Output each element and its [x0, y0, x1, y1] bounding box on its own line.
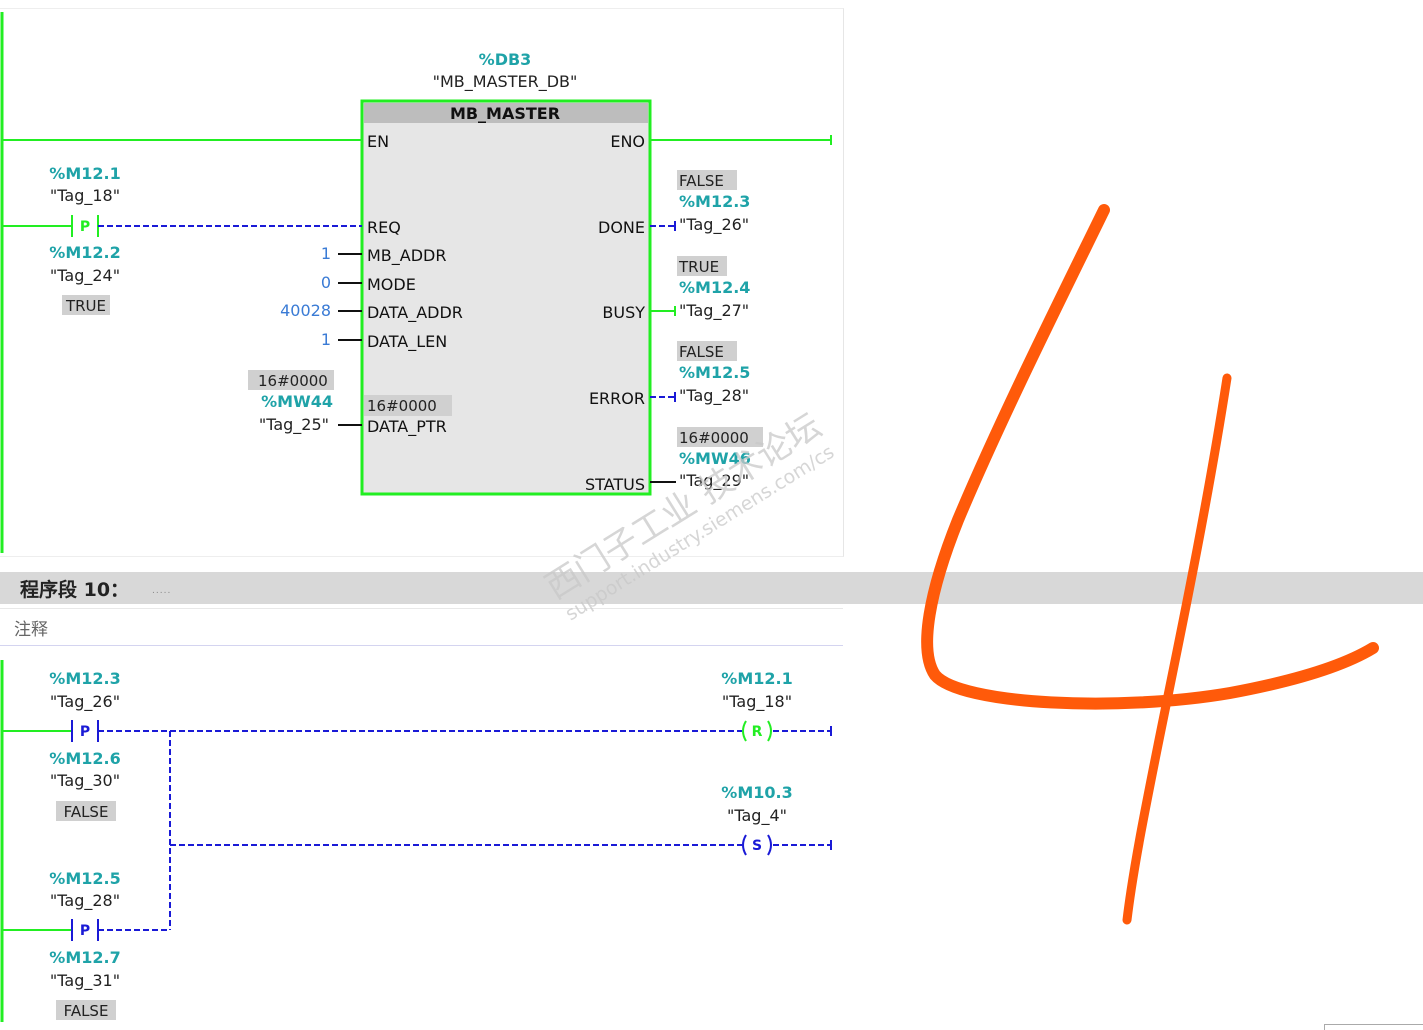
block-title: MB_MASTER — [450, 104, 560, 123]
data-ptr-param-value: 16#0000 — [258, 372, 328, 390]
data-addr-value[interactable]: 40028 — [280, 301, 331, 320]
coil-set-symbol: S — [752, 838, 762, 854]
pin-data-len: DATA_LEN — [367, 332, 447, 352]
contact2-address[interactable]: %M12.5 — [49, 869, 120, 888]
busy-address[interactable]: %M12.4 — [679, 278, 750, 297]
contact1-edge-tag[interactable]: "Tag_30" — [50, 771, 120, 791]
req-edge-address[interactable]: %M12.2 — [49, 243, 120, 262]
pin-status: STATUS — [585, 475, 645, 494]
pin-error: ERROR — [589, 389, 645, 408]
done-value: FALSE — [679, 172, 724, 190]
coil-reset-tag[interactable]: "Tag_18" — [722, 692, 792, 712]
req-contact-address[interactable]: %M12.1 — [49, 164, 120, 183]
contact1-edge-value: FALSE — [64, 803, 109, 821]
mb-addr-value[interactable]: 1 — [321, 244, 331, 263]
contact1-address[interactable]: %M12.3 — [49, 669, 120, 688]
contact2-tag[interactable]: "Tag_28" — [50, 891, 120, 911]
contact2-edge-address[interactable]: %M12.7 — [49, 948, 120, 967]
pin-busy: BUSY — [602, 303, 645, 322]
coil-set-tag[interactable]: "Tag_4" — [727, 806, 787, 826]
pin-mode: MODE — [367, 275, 416, 294]
contact2-edge-tag[interactable]: "Tag_31" — [50, 971, 120, 991]
error-tag[interactable]: "Tag_28" — [679, 386, 749, 406]
data-ptr-value: 16#0000 — [367, 397, 437, 415]
pin-data-addr: DATA_ADDR — [367, 303, 463, 323]
req-contact-symbol: P — [80, 219, 90, 235]
contact2-symbol: P — [80, 923, 90, 939]
contact1-tag[interactable]: "Tag_26" — [50, 692, 120, 712]
req-edge-value: TRUE — [65, 297, 106, 315]
data-ptr-address[interactable]: %MW44 — [261, 392, 333, 411]
contact2-edge-value: FALSE — [64, 1002, 109, 1020]
done-tag[interactable]: "Tag_26" — [679, 215, 749, 235]
done-address[interactable]: %M12.3 — [679, 192, 750, 211]
data-ptr-tag[interactable]: "Tag_25" — [259, 415, 329, 435]
hand-drawn-annotation — [921, 204, 1379, 925]
pin-mb-addr: MB_ADDR — [367, 246, 446, 266]
error-address[interactable]: %M12.5 — [679, 363, 750, 382]
busy-value: TRUE — [678, 258, 719, 276]
mode-value[interactable]: 0 — [321, 273, 331, 292]
pin-done: DONE — [598, 218, 645, 237]
set-coil[interactable]: S — [742, 834, 772, 856]
contact1-symbol: P — [80, 724, 90, 740]
req-contact-tag[interactable]: "Tag_18" — [50, 186, 120, 206]
coil-reset-symbol: R — [752, 724, 763, 740]
instance-db-address[interactable]: %DB3 — [479, 50, 532, 69]
error-value: FALSE — [679, 343, 724, 361]
coil-reset-address[interactable]: %M12.1 — [721, 669, 792, 688]
pin-req: REQ — [367, 218, 401, 237]
status-value: 16#0000 — [679, 429, 749, 447]
coil-set-address[interactable]: %M10.3 — [721, 783, 792, 802]
instance-db-name[interactable]: "MB_MASTER_DB" — [433, 72, 578, 92]
req-edge-tag[interactable]: "Tag_24" — [50, 266, 120, 286]
reset-coil[interactable]: R — [742, 720, 772, 742]
busy-tag[interactable]: "Tag_27" — [679, 301, 749, 321]
contact2-p-contact[interactable]: P — [71, 919, 99, 941]
ladder-diagram: %DB3 "MB_MASTER_DB" MB_MASTER EN ENO %M1… — [0, 12, 1379, 1022]
pin-en: EN — [367, 132, 389, 151]
contact1-p-contact[interactable]: P — [71, 720, 99, 742]
data-len-value[interactable]: 1 — [321, 330, 331, 349]
contact1-edge-address[interactable]: %M12.6 — [49, 749, 120, 768]
pin-data-ptr: DATA_PTR — [367, 417, 447, 437]
req-p-contact[interactable]: P — [71, 215, 99, 237]
pin-eno: ENO — [610, 132, 645, 151]
